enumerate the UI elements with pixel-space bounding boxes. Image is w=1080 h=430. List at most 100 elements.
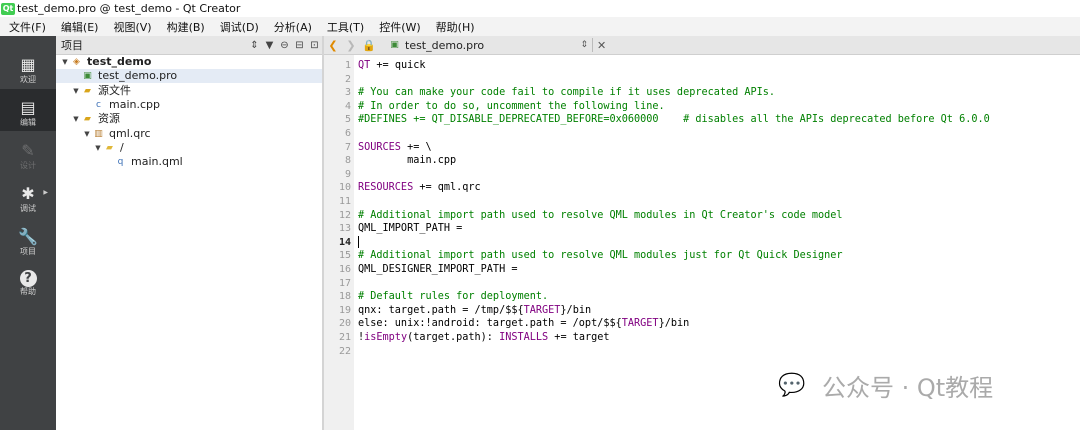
code-token: }/bin [658, 318, 690, 330]
code-line: QT += quick [358, 59, 425, 73]
tree-item-label: test_demo [87, 55, 152, 68]
tree-item[interactable]: ▼ ◈ test_demo [56, 55, 326, 69]
folder-icon: ▰ [106, 142, 113, 153]
document-icon: ▤ [20, 98, 36, 117]
project-pane-toolbar: 项目 ⇕ ▼ ⊖ ⊟ ⊡ [56, 36, 322, 55]
toolbar-divider [592, 38, 593, 52]
tree-item[interactable]: ▣ test_demo.pro [56, 69, 337, 84]
view-select-chevron-icon[interactable]: ⇕ [247, 40, 262, 51]
code-token: main.cpp [358, 155, 457, 167]
split-icon[interactable]: ⊟ [292, 40, 307, 51]
code-token: RESOURCES [358, 182, 414, 194]
tree-item-label: main.cpp [109, 97, 160, 111]
tree-item[interactable]: ▼ ▥ qml.qrc [56, 127, 348, 141]
mode-label: 编辑 [20, 118, 36, 127]
wechat-icon: 💬 [778, 372, 806, 398]
bug-icon: ✱ [21, 184, 35, 203]
code-line: !isEmpty(target.path): INSTALLS += targe… [358, 331, 610, 345]
code-line: # You can make your code fail to compile… [358, 86, 775, 100]
mode-label: 帮助 [20, 287, 36, 296]
expand-arrow-icon[interactable]: ▼ [71, 112, 81, 126]
expand-arrow-icon[interactable]: ▼ [82, 127, 92, 141]
mode-5[interactable]: ? 帮助 [0, 261, 56, 303]
tree-item[interactable]: ▼ ▰ 源文件 [56, 84, 337, 98]
line-number: 2 [344, 73, 351, 85]
close-pane-icon[interactable]: ⊡ [307, 40, 322, 51]
tree-item[interactable]: ▼ ▰ / [56, 141, 359, 155]
tree-item[interactable]: ▼ ▰ 资源 [56, 112, 337, 126]
submenu-arrow-icon: ▶ [43, 189, 48, 196]
tree-item-label: main.qml [131, 155, 183, 169]
code-line: main.cpp [358, 154, 456, 168]
code-token: else: unix:!android: target.path = /opt/… [358, 318, 622, 330]
menu-item-7[interactable]: 控件(W) [370, 19, 426, 35]
tree-item-label: 源文件 [98, 83, 131, 97]
code-line: # Default rules for deployment. [358, 290, 548, 304]
mode-4[interactable]: 🔧 项目 [0, 218, 56, 260]
menu-item-4[interactable]: 调试(D) [211, 19, 265, 35]
expand-arrow-icon[interactable]: ▼ [60, 55, 70, 69]
lock-icon: 🔒 [362, 38, 376, 52]
code-token: QML_DESIGNER_IMPORT_PATH = [358, 264, 518, 275]
mode-1[interactable]: ▤ 编辑 [0, 89, 56, 131]
mode-label: 设计 [20, 161, 36, 170]
line-number: 21 [338, 332, 351, 343]
filter-icon[interactable]: ▼ [262, 40, 277, 51]
tree-item-label: test_demo.pro [98, 69, 178, 83]
code-token: qnx: target.path = /tmp/$${ [358, 304, 524, 316]
line-number: 22 [338, 345, 351, 357]
code-token: # Additional import path used to resolve… [358, 209, 843, 221]
file-selector[interactable]: ▣ test_demo.pro ⇕ [388, 39, 588, 52]
line-number: 14 [338, 236, 351, 248]
tree-item-label: 资源 [98, 112, 120, 126]
code-token: += target [548, 332, 610, 343]
menu-item-0[interactable]: 文件(F) [0, 19, 52, 35]
code-line: QML_IMPORT_PATH = [358, 222, 462, 236]
menu-item-3[interactable]: 构建(B) [158, 19, 211, 35]
menu-item-1[interactable]: 编辑(E) [52, 19, 105, 35]
mode-label: 欢迎 [20, 75, 36, 84]
window-titlebar: Qt test_demo.pro @ test_demo - Qt Creato… [0, 0, 1080, 17]
line-number: 7 [344, 141, 351, 153]
code-line: qnx: target.path = /tmp/$${TARGET}/bin [358, 304, 591, 318]
code-line: # In order to do so, uncomment the follo… [358, 100, 665, 114]
back-arrow-icon[interactable]: ❮ [324, 39, 342, 52]
project-pane: 项目 ⇕ ▼ ⊖ ⊟ ⊡ ▼ ◈ test_demo ▣ test_demo.pro ▼ ▰… [56, 36, 337, 430]
watermark: 💬 公众号 · Qt教程 [778, 368, 993, 403]
code-line: SOURCES += \ [358, 141, 432, 155]
mode-0[interactable]: ▦ 欢迎 [0, 46, 56, 88]
code-line: # Additional import path used to resolve… [358, 249, 843, 263]
code-token: QML_IMPORT_PATH = [358, 223, 463, 235]
code-token: TARGET [523, 304, 561, 316]
menu-item-6[interactable]: 工具(T) [318, 19, 370, 35]
mode-label: 项目 [20, 247, 36, 256]
line-number: 4 [344, 100, 351, 112]
code-token: }/bin [560, 304, 592, 316]
resource-folder-icon: ▰ [84, 114, 91, 125]
code-line [358, 235, 359, 250]
mode-label: 调试 [20, 204, 36, 213]
code-token: SOURCES [358, 141, 401, 153]
expand-arrow-icon[interactable]: ▼ [71, 84, 81, 98]
code-token: # In order to do so, uncomment the follo… [358, 100, 665, 112]
menu-item-8[interactable]: 帮助(H) [427, 19, 481, 35]
menu-item-5[interactable]: 分析(A) [265, 19, 318, 35]
expand-arrow-icon[interactable]: ▼ [93, 141, 103, 155]
close-icon[interactable]: ✕ [597, 39, 606, 52]
mode-3[interactable]: ✱ 调试 ▶ [0, 175, 56, 217]
mode-2[interactable]: ✎ 设计 [0, 132, 56, 174]
tree-item[interactable]: c main.cpp [56, 98, 348, 112]
link-editor-icon[interactable]: ⊖ [277, 40, 292, 51]
code-token: # Default rules for deployment. [358, 291, 549, 303]
line-number: 13 [338, 223, 351, 235]
line-number: 19 [338, 304, 351, 316]
qt-project-icon: ◈ [73, 57, 80, 67]
menu-item-2[interactable]: 视图(V) [104, 19, 157, 35]
help-icon: ? [19, 270, 37, 287]
menu-bar: 文件(F) 编辑(E) 视图(V) 构建(B) 调试(D) 分析(A) 工具(T) 控件(W)… [0, 17, 1080, 36]
watermark-text: 公众号 · Qt教程 [822, 374, 994, 402]
code-token: TARGET [621, 318, 659, 330]
tree-item-label: / [120, 140, 124, 154]
forward-arrow-icon[interactable]: ❯ [342, 39, 360, 52]
code-line: QML_DESIGNER_IMPORT_PATH = [358, 263, 517, 277]
